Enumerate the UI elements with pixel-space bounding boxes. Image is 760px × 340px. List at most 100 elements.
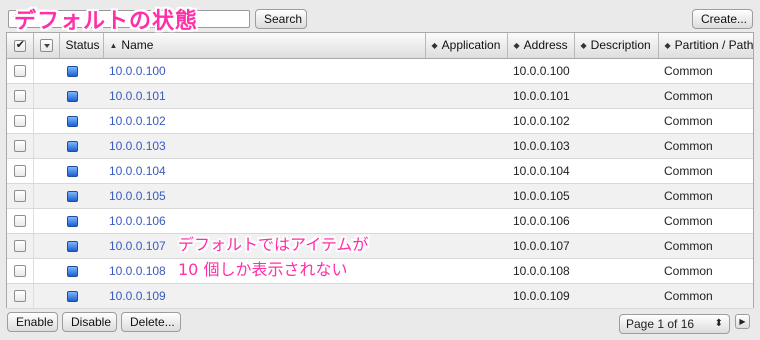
- description-cell: [574, 258, 658, 284]
- sort-icon: ◆: [664, 41, 671, 51]
- description-cell: [574, 83, 658, 109]
- name-cell[interactable]: 10.0.0.100: [103, 58, 425, 84]
- annotation-note: デフォルトではアイテムが 10 個しか表示されない: [178, 232, 368, 282]
- table-row[interactable]: 10.0.0.102 10.0.0.102 Common: [7, 108, 753, 134]
- column-header-address[interactable]: ◆ Address: [507, 33, 575, 59]
- table-row[interactable]: 10.0.0.108 10.0.0.108 Common: [7, 258, 753, 284]
- status-available-icon: [66, 140, 78, 152]
- table-row[interactable]: 10.0.0.106 10.0.0.106 Common: [7, 208, 753, 234]
- select-all-checkbox-cell[interactable]: [7, 33, 34, 59]
- select-stepper-icon: ⬍: [714, 318, 723, 329]
- table-row[interactable]: 10.0.0.103 10.0.0.103 Common: [7, 133, 753, 159]
- name-cell[interactable]: 10.0.0.109: [103, 283, 425, 309]
- column-header-partition-label: Partition / Path: [674, 38, 753, 53]
- row-checkbox[interactable]: [13, 165, 26, 178]
- description-cell: [574, 233, 658, 259]
- partition-cell: Common: [658, 233, 753, 259]
- address-cell: 10.0.0.107: [507, 233, 574, 259]
- row-checkbox-cell[interactable]: [7, 183, 34, 209]
- table-row[interactable]: 10.0.0.104 10.0.0.104 Common: [7, 158, 753, 184]
- row-checkbox-cell[interactable]: [7, 83, 34, 109]
- row-checkbox-cell[interactable]: [7, 258, 34, 284]
- table-row[interactable]: 10.0.0.105 10.0.0.105 Common: [7, 183, 753, 209]
- row-checkbox[interactable]: [13, 65, 26, 78]
- status-cell: [33, 158, 103, 184]
- status-cell: [33, 208, 103, 234]
- status-cell: [33, 283, 103, 309]
- row-checkbox[interactable]: [13, 190, 26, 203]
- description-cell: [574, 283, 658, 309]
- member-name-link[interactable]: 10.0.0.104: [109, 164, 166, 178]
- row-checkbox-cell[interactable]: [7, 58, 34, 84]
- member-name-link[interactable]: 10.0.0.105: [109, 189, 166, 203]
- select-all-checkbox[interactable]: [13, 38, 26, 53]
- application-cell: [425, 258, 507, 284]
- member-name-link[interactable]: 10.0.0.108: [109, 264, 166, 278]
- column-header-application-label: Application: [441, 38, 501, 53]
- row-checkbox[interactable]: [13, 140, 26, 153]
- description-cell: [574, 158, 658, 184]
- column-menu-dropdown-icon[interactable]: [39, 39, 53, 53]
- row-checkbox-cell[interactable]: [7, 108, 34, 134]
- partition-cell: Common: [658, 83, 753, 109]
- partition-cell: Common: [658, 258, 753, 284]
- row-checkbox[interactable]: [13, 115, 26, 128]
- row-checkbox-cell[interactable]: [7, 233, 34, 259]
- member-name-link[interactable]: 10.0.0.107: [109, 239, 166, 253]
- row-checkbox-cell[interactable]: [7, 283, 34, 309]
- column-header-status[interactable]: Status: [59, 33, 104, 59]
- member-name-link[interactable]: 10.0.0.109: [109, 289, 166, 303]
- row-checkbox-cell[interactable]: [7, 208, 34, 234]
- disable-button[interactable]: Disable: [62, 312, 117, 332]
- table-header-row: Status ▲Name ◆Application ◆Address ◆Desc…: [7, 33, 753, 59]
- application-cell: [425, 283, 507, 309]
- row-checkbox[interactable]: [13, 90, 26, 103]
- column-menu-cell[interactable]: [33, 33, 60, 59]
- status-cell: [33, 183, 103, 209]
- search-button[interactable]: Search: [255, 9, 307, 29]
- status-cell: [33, 83, 103, 109]
- address-cell: 10.0.0.109: [507, 283, 574, 309]
- row-checkbox-cell[interactable]: [7, 158, 34, 184]
- column-header-application[interactable]: ◆ Application: [425, 33, 508, 59]
- row-checkbox[interactable]: [13, 240, 26, 253]
- name-cell[interactable]: 10.0.0.106: [103, 208, 425, 234]
- row-checkbox-cell[interactable]: [7, 133, 34, 159]
- application-cell: [425, 208, 507, 234]
- table-row[interactable]: 10.0.0.100 10.0.0.100 Common: [7, 58, 753, 84]
- member-name-link[interactable]: 10.0.0.106: [109, 214, 166, 228]
- address-cell: 10.0.0.105: [507, 183, 574, 209]
- column-header-description[interactable]: ◆ Description: [574, 33, 659, 59]
- table-row[interactable]: 10.0.0.109 10.0.0.109 Common: [7, 283, 753, 309]
- row-checkbox[interactable]: [13, 290, 26, 303]
- column-header-partition[interactable]: ◆ Partition / Path: [658, 33, 753, 59]
- member-name-link[interactable]: 10.0.0.101: [109, 89, 166, 103]
- name-cell[interactable]: 10.0.0.101: [103, 83, 425, 109]
- member-name-link[interactable]: 10.0.0.102: [109, 114, 166, 128]
- enable-button[interactable]: Enable: [7, 312, 58, 332]
- status-available-icon: [66, 265, 78, 277]
- partition-cell: Common: [658, 133, 753, 159]
- create-button[interactable]: Create...: [692, 9, 753, 29]
- page-select[interactable]: Page 1 of 16 ⬍: [619, 314, 730, 334]
- status-cell: [33, 108, 103, 134]
- delete-button[interactable]: Delete...: [121, 312, 181, 332]
- column-header-name[interactable]: ▲ Name: [103, 33, 426, 59]
- row-checkbox[interactable]: [13, 215, 26, 228]
- address-cell: 10.0.0.103: [507, 133, 574, 159]
- name-cell[interactable]: 10.0.0.102: [103, 108, 425, 134]
- next-page-button[interactable]: ▶: [735, 314, 750, 329]
- table-row[interactable]: 10.0.0.107 10.0.0.107 Common: [7, 233, 753, 259]
- name-cell[interactable]: 10.0.0.104: [103, 158, 425, 184]
- page-select-value: Page 1 of 16: [626, 317, 695, 331]
- table-row[interactable]: 10.0.0.101 10.0.0.101 Common: [7, 83, 753, 109]
- status-available-icon: [66, 290, 78, 302]
- member-name-link[interactable]: 10.0.0.100: [109, 64, 166, 78]
- name-cell[interactable]: 10.0.0.105: [103, 183, 425, 209]
- row-checkbox[interactable]: [13, 265, 26, 278]
- address-cell: 10.0.0.102: [507, 108, 574, 134]
- status-available-icon: [66, 115, 78, 127]
- name-cell[interactable]: 10.0.0.103: [103, 133, 425, 159]
- member-name-link[interactable]: 10.0.0.103: [109, 139, 166, 153]
- annotation-title: デフォルトの状態: [14, 9, 199, 34]
